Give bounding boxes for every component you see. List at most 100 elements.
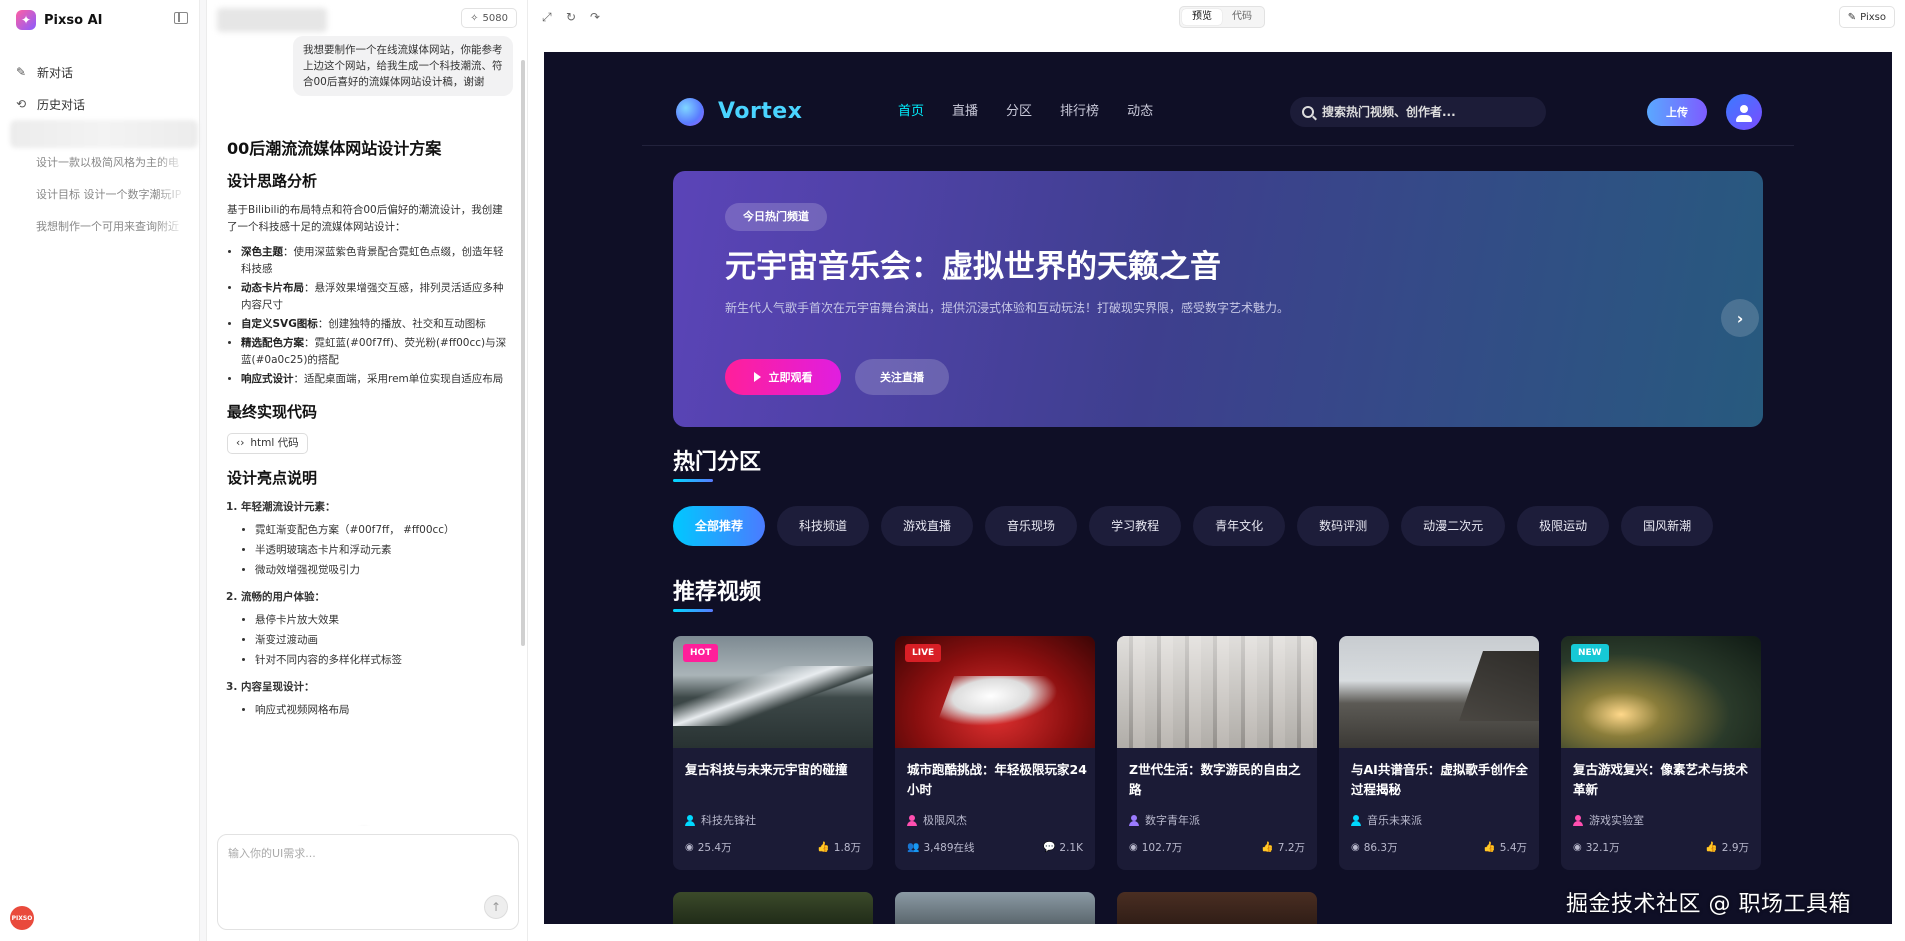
video-card[interactable]: LIVE 城市跑酷挑战：年轻极限玩家24小时 极限风杰 👥 3,489在线 💬 2.…: [895, 636, 1095, 870]
video-thumbnail[interactable]: [673, 892, 873, 924]
eye-icon: ◉: [1573, 842, 1582, 853]
list-item: 自定义SVG图标：创建独特的播放、社交和互动图标: [241, 316, 513, 333]
arrow-up-icon: ↑: [490, 900, 502, 914]
nav-live[interactable]: 直播: [952, 102, 978, 122]
collapse-sidebar-icon[interactable]: [174, 12, 188, 24]
expand-icon[interactable]: ⤢: [542, 10, 552, 25]
history-item[interactable]: 设计目标 设计一个数字潮玩IP: [36, 188, 186, 220]
video-author[interactable]: 极限风杰: [907, 812, 967, 828]
highlight-group: 年轻潮流设计元素： 霓虹渐变配色方案（#00f7ff， #ff00cc） 半透明…: [241, 499, 513, 579]
site-nav: 首页 直播 分区 排行榜 动态: [898, 102, 1181, 122]
user-avatar[interactable]: PIXSO: [10, 906, 34, 930]
nav-rankings[interactable]: 排行榜: [1060, 102, 1099, 122]
section-heading: 最终实现代码: [227, 403, 318, 421]
video-thumbnail[interactable]: [1117, 892, 1317, 924]
list-item: 响应式设计：适配桌面端，采用rem单位实现自适应布局: [241, 371, 513, 388]
section-underline: [673, 479, 713, 482]
vortex-logo-icon[interactable]: [676, 98, 704, 126]
video-title[interactable]: 复古科技与未来元宇宙的碰撞: [685, 760, 865, 780]
doc-title: 00后潮流流媒体网站设计方案: [227, 139, 442, 158]
list-item: 渐变过渡动画: [255, 632, 513, 649]
design-points: 深色主题：使用深蓝紫色背景配合霓虹色点缀，创造年轻科技感 动态卡片布局：悬浮效果…: [241, 244, 513, 388]
nav-home[interactable]: 首页: [898, 102, 924, 122]
category-pill[interactable]: 学习教程: [1089, 506, 1182, 546]
chat-scroll-area[interactable]: 我想要制作一个在线流媒体网站，你能参考上边这个网站，给我生成一个科技潮流、符合0…: [207, 36, 527, 826]
refresh-icon[interactable]: ↻: [566, 10, 576, 24]
site-search-input[interactable]: [1322, 105, 1522, 119]
live-badge: LIVE: [905, 644, 942, 662]
section-title-videos: 推荐视频: [673, 580, 762, 605]
history-icon: ⟲: [16, 96, 27, 111]
category-pill[interactable]: 科技频道: [777, 506, 870, 546]
upload-button[interactable]: 上传: [1647, 98, 1707, 126]
tab-preview[interactable]: 预览: [1182, 9, 1222, 25]
new-chat-label: 新对话: [37, 65, 74, 80]
history-list: 设计一款以极简风格为主的电 设计目标 设计一个数字潮玩IP 我想制作一个可用来查…: [36, 156, 186, 252]
history-item[interactable]: 设计一款以极简风格为主的电: [36, 156, 186, 188]
video-title[interactable]: 城市跑酷挑战：年轻极限玩家24小时: [907, 760, 1087, 800]
video-author[interactable]: 科技先锋社: [685, 812, 756, 828]
edit-icon: ✎: [16, 64, 27, 79]
credits-value: 5080: [482, 12, 508, 24]
code-icon: ‹›: [236, 437, 245, 449]
profile-button[interactable]: [1726, 94, 1762, 130]
list-item: 响应式视频网格布局: [255, 702, 513, 719]
video-title[interactable]: Z世代生活：数字游民的自由之路: [1129, 760, 1309, 800]
video-thumbnail[interactable]: [1117, 636, 1317, 748]
video-card[interactable]: NEW 复古游戏复兴：像素艺术与技术革新 游戏实验室 ◉ 32.1万 👍 2.9万: [1561, 636, 1761, 870]
user-message: 我想要制作一个在线流媒体网站，你能参考上边这个网站，给我生成一个科技潮流、符合0…: [293, 36, 513, 96]
user-icon: [1129, 814, 1139, 826]
history-chat-button[interactable]: ⟲ 历史对话: [16, 88, 85, 120]
category-pill[interactable]: 音乐现场: [985, 506, 1078, 546]
html-code-chip[interactable]: ‹› html 代码: [227, 433, 308, 454]
category-pill[interactable]: 数码评测: [1297, 506, 1390, 546]
video-thumbnail[interactable]: [895, 892, 1095, 924]
open-in-pixso-button[interactable]: ✎ Pixso: [1838, 6, 1895, 28]
video-author[interactable]: 数字青年派: [1129, 812, 1200, 828]
new-chat-button[interactable]: ✎ 新对话: [16, 56, 85, 88]
category-pill[interactable]: 极限运动: [1517, 506, 1610, 546]
video-card[interactable]: 与AI共谱音乐：虚拟歌手创作全过程揭秘 音乐未来派 ◉ 86.3万 👍 5.4万: [1339, 636, 1539, 870]
redo-icon[interactable]: ↷: [590, 10, 600, 24]
hero-description: 新生代人气歌手首次在元宇宙舞台演出，提供沉浸式体验和互动玩法！打破现实界限，感受…: [725, 301, 1290, 315]
chat-scrollbar[interactable]: [521, 60, 525, 646]
send-button[interactable]: ↑: [484, 895, 508, 919]
user-icon: [1573, 814, 1583, 826]
tab-code[interactable]: 代码: [1222, 9, 1262, 25]
follow-live-button[interactable]: 关注直播: [855, 359, 949, 395]
hero-title: 元宇宙音乐会：虚拟世界的天籁之音: [725, 249, 1221, 285]
video-stats: ◉ 102.7万 👍 7.2万: [1129, 842, 1305, 854]
history-item[interactable]: 我想制作一个可用来查询附近: [36, 220, 186, 252]
carousel-next-button[interactable]: ›: [1721, 299, 1759, 337]
video-card[interactable]: Z世代生活：数字游民的自由之路 数字青年派 ◉ 102.7万 👍 7.2万: [1117, 636, 1317, 870]
category-pill[interactable]: 青年文化: [1193, 506, 1286, 546]
assistant-response: 00后潮流流媒体网站设计方案 设计思路分析 基于Bilibili的布局特点和符合…: [227, 140, 513, 729]
watch-now-button[interactable]: 立即观看: [725, 359, 841, 395]
list-item: 微动效增强视觉吸引力: [255, 562, 513, 579]
prompt-input[interactable]: [218, 835, 518, 895]
eye-icon: ◉: [1351, 842, 1360, 853]
user-icon: [685, 814, 695, 826]
history-item-active-blurred[interactable]: [10, 120, 198, 148]
category-pill[interactable]: 全部推荐: [673, 506, 766, 546]
video-author[interactable]: 音乐未来派: [1351, 812, 1422, 828]
category-pill[interactable]: 动漫二次元: [1401, 506, 1506, 546]
video-thumbnail[interactable]: [1339, 636, 1539, 748]
user-icon: [907, 814, 917, 826]
credits-badge[interactable]: ✧ 5080: [461, 8, 517, 28]
sidebar-nav: ✎ 新对话 ⟲ 历史对话: [16, 56, 85, 120]
nav-categories[interactable]: 分区: [1006, 102, 1032, 122]
play-icon: [753, 372, 761, 382]
site-logo-text[interactable]: Vortex: [718, 98, 802, 126]
category-pill[interactable]: 国风新潮: [1621, 506, 1714, 546]
view-mode-toggle: 预览 代码: [1179, 6, 1265, 28]
video-title[interactable]: 与AI共谱音乐：虚拟歌手创作全过程揭秘: [1351, 760, 1531, 800]
category-pill[interactable]: 游戏直播: [881, 506, 974, 546]
video-card[interactable]: HOT 复古科技与未来元宇宙的碰撞 科技先锋社 ◉ 25.4万 👍 1.8万: [673, 636, 873, 870]
video-title[interactable]: 复古游戏复兴：像素艺术与技术革新: [1573, 760, 1753, 800]
nav-feed[interactable]: 动态: [1127, 102, 1153, 122]
watermark: 掘金技术社区 @ 职场工具箱: [1566, 892, 1851, 917]
hot-badge: HOT: [683, 644, 719, 662]
video-author[interactable]: 游戏实验室: [1573, 812, 1644, 828]
brand[interactable]: ✦ Pixso AI: [16, 10, 102, 30]
